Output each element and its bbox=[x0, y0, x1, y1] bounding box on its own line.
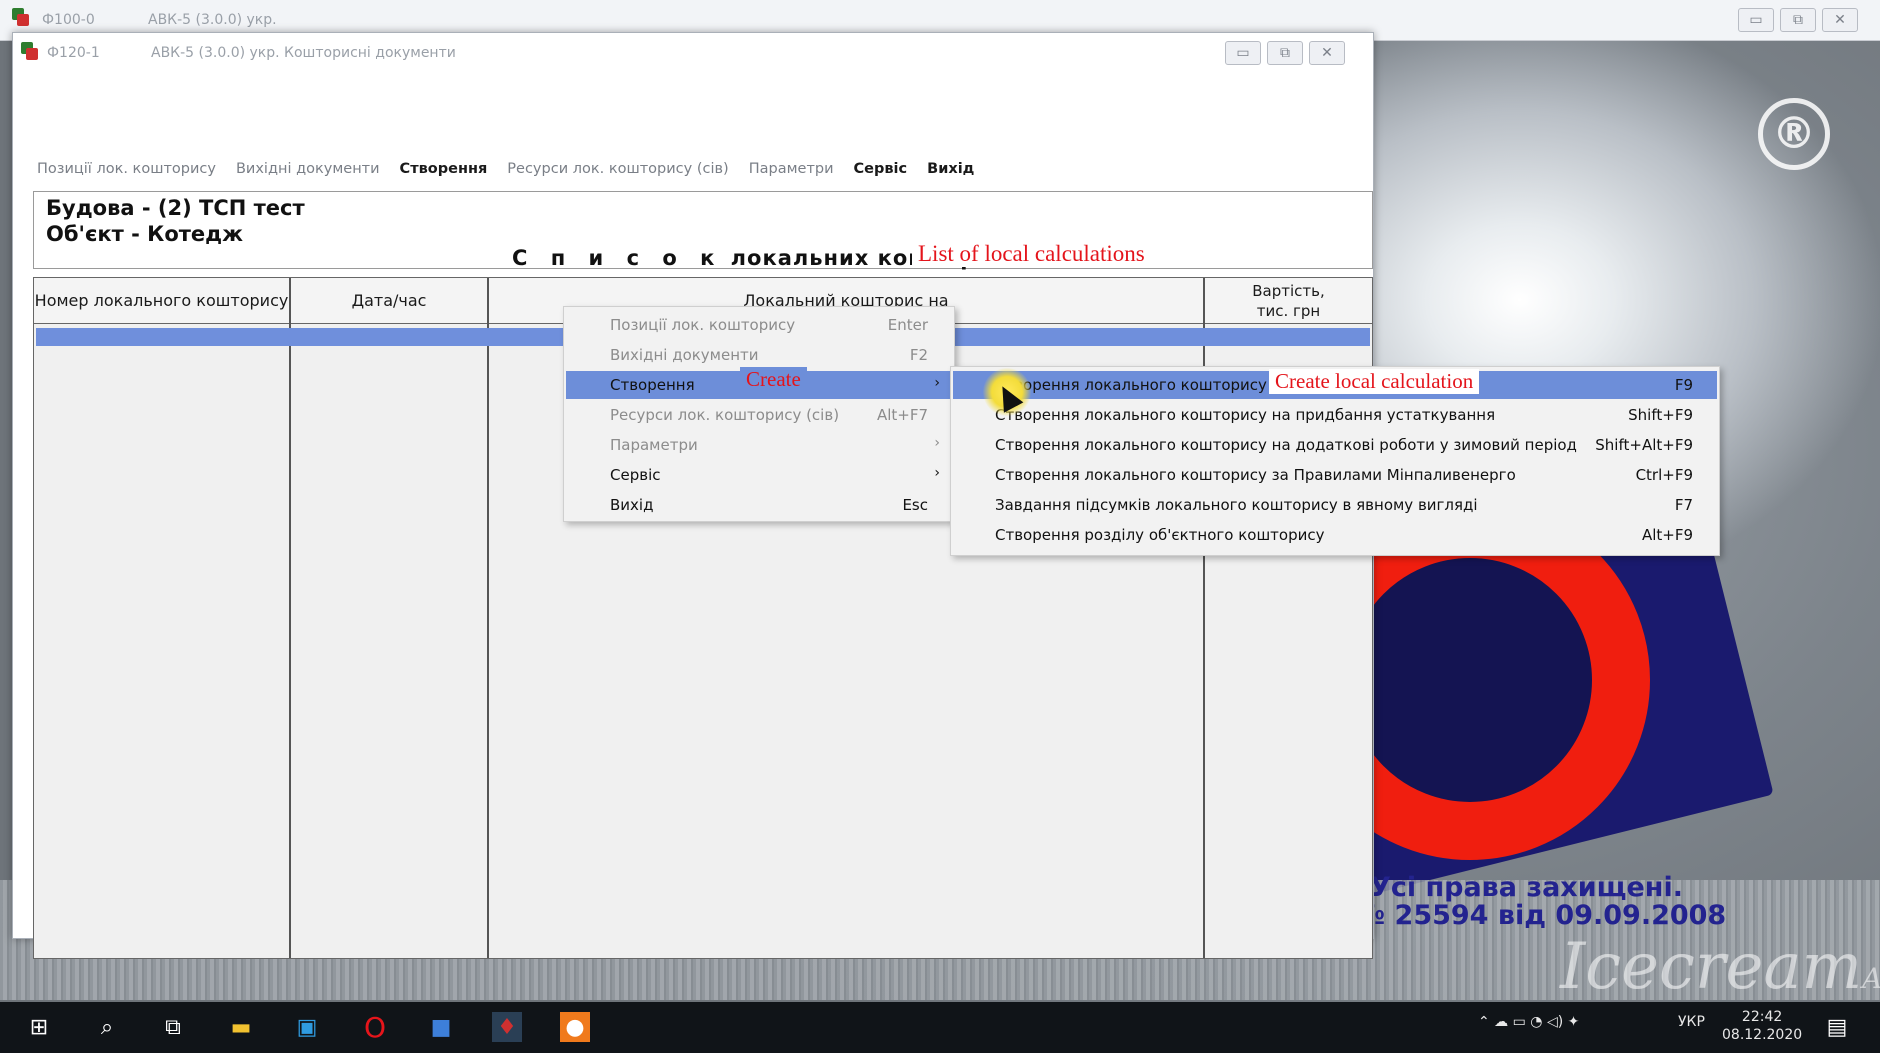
restore-icon[interactable]: ⧉ bbox=[1267, 41, 1303, 65]
inner-window-controls: ▭ ⧉ ✕ bbox=[1225, 41, 1345, 65]
inner-window-code: Ф120-1 bbox=[47, 45, 100, 61]
menu-item-service[interactable]: Сервіс › bbox=[566, 461, 952, 489]
windows-start-icon[interactable]: ⊞ bbox=[24, 1012, 54, 1042]
object-label: Об'єкт - Котедж bbox=[46, 222, 244, 246]
watermark-text: Icecream bbox=[1560, 930, 1863, 1004]
submenu-item-equipment[interactable]: Створення локального кошторису на придба… bbox=[953, 401, 1717, 429]
recorder-app-icon[interactable]: ● bbox=[560, 1012, 590, 1042]
minimize-icon[interactable]: ▭ bbox=[1225, 41, 1261, 65]
menu-item-resources[interactable]: Ресурси лок. кошторису (сів) Alt+F7 bbox=[566, 401, 952, 429]
opera-browser-icon[interactable]: O bbox=[360, 1011, 390, 1044]
inner-window-title: АВК-5 (3.0.0) укр. Кошторисні документи bbox=[151, 45, 456, 61]
create-submenu: Створення локального кошторису F9 Створен… bbox=[950, 366, 1720, 556]
column-header-cost[interactable]: Вартість, тис. грн bbox=[1205, 278, 1372, 324]
app-window-icon[interactable]: ■ bbox=[426, 1012, 456, 1042]
rights-text: Усі права захищені. bbox=[1370, 872, 1683, 903]
media-app-icon[interactable]: ▣ bbox=[292, 1012, 322, 1042]
language-indicator[interactable]: УКР bbox=[1678, 1014, 1705, 1030]
menu-positions[interactable]: Позиції лок. кошторису bbox=[37, 161, 216, 187]
create-callout: Create bbox=[740, 367, 807, 392]
menu-parameters[interactable]: Параметри bbox=[749, 161, 834, 187]
list-title-spaced: С п и с о к bbox=[512, 246, 723, 270]
menu-resources[interactable]: Ресурси лок. кошторису (сів) bbox=[507, 161, 728, 187]
submenu-item-object-section[interactable]: Створення розділу об'єктного кошторису Al… bbox=[953, 521, 1717, 549]
watermark: IcecreamAPPS bbox=[1560, 930, 1880, 1004]
menu-item-positions[interactable]: Позиції лок. кошторису Enter bbox=[566, 311, 952, 339]
tray-icons[interactable]: ⌃ ☁ ▭ ◔ ◁) ✦ bbox=[1478, 1014, 1579, 1030]
menu-exit[interactable]: Вихід bbox=[927, 161, 974, 187]
create-local-callout: Create local calculation bbox=[1269, 369, 1480, 394]
task-view-icon[interactable]: ⧉ bbox=[158, 1012, 188, 1042]
search-icon[interactable]: ⌕ bbox=[92, 1012, 122, 1042]
chevron-right-icon: › bbox=[934, 435, 940, 451]
column-divider bbox=[487, 278, 489, 958]
registered-mark: ® bbox=[1758, 98, 1830, 170]
header-panel: Будова - (2) ТСП тест Об'єкт - Котедж С … bbox=[33, 191, 1373, 270]
avk-app-icon[interactable]: ♦ bbox=[492, 1012, 522, 1042]
outer-window-code: Ф100-0 bbox=[42, 12, 95, 28]
column-divider bbox=[289, 278, 291, 958]
close-icon[interactable]: ✕ bbox=[1309, 41, 1345, 65]
taskbar: ⊞ ⌕ ⧉ ▬ ▣ O ■ ♦ ● ⌃ ☁ ▭ ◔ ◁) ✦ УКР 22:42… bbox=[0, 1002, 1880, 1053]
outer-window-title: АВК-5 (3.0.0) укр. bbox=[148, 12, 277, 28]
list-callout: List of local calculations bbox=[912, 241, 1151, 267]
menu-output-docs[interactable]: Вихідні документи bbox=[236, 161, 380, 187]
watermark-small: APPS bbox=[1862, 962, 1880, 995]
clock-date: 08.12.2020 bbox=[1722, 1027, 1803, 1043]
column-header-datetime[interactable]: Дата/час bbox=[291, 278, 487, 324]
chevron-right-icon: › bbox=[934, 375, 940, 391]
submenu-item-winter-works[interactable]: Створення локального кошторису на додатк… bbox=[953, 431, 1717, 459]
inner-window-titlebar[interactable]: Ф120-1 АВК-5 (3.0.0) укр. Кошторисні док… bbox=[13, 33, 1373, 71]
clock[interactable]: 22:42 08.12.2020 bbox=[1722, 1008, 1802, 1044]
submenu-item-rules[interactable]: Створення локального кошторису за Правил… bbox=[953, 461, 1717, 489]
menu-service[interactable]: Сервіс bbox=[854, 161, 908, 187]
app-icon bbox=[19, 42, 39, 62]
close-icon[interactable]: ✕ bbox=[1822, 8, 1858, 32]
menu-item-parameters[interactable]: Параметри › bbox=[566, 431, 952, 459]
submenu-item-totals[interactable]: Завдання підсумків локального кошторису … bbox=[953, 491, 1717, 519]
menu-create[interactable]: Створення bbox=[400, 161, 488, 187]
clock-time: 22:42 bbox=[1741, 1009, 1783, 1025]
context-menu: Позиції лок. кошторису Enter Вихідні доку… bbox=[563, 306, 955, 522]
notifications-icon[interactable]: ▤ bbox=[1822, 1012, 1852, 1042]
menu-item-output-docs[interactable]: Вихідні документи F2 bbox=[566, 341, 952, 369]
minimize-icon[interactable]: ▭ bbox=[1738, 8, 1774, 32]
app-icon bbox=[10, 8, 30, 28]
outer-window-controls: ▭ ⧉ ✕ bbox=[1738, 8, 1858, 32]
menubar: Позиції лок. кошторису Вихідні документи… bbox=[37, 161, 974, 187]
file-explorer-icon[interactable]: ▬ bbox=[226, 1012, 256, 1042]
chevron-right-icon: › bbox=[934, 465, 940, 481]
menu-item-exit[interactable]: Вихід Esc bbox=[566, 491, 952, 519]
building-label: Будова - (2) ТСП тест bbox=[46, 196, 305, 220]
column-header-number[interactable]: Номер локального кошторису bbox=[34, 278, 289, 324]
restore-icon[interactable]: ⧉ bbox=[1780, 8, 1816, 32]
